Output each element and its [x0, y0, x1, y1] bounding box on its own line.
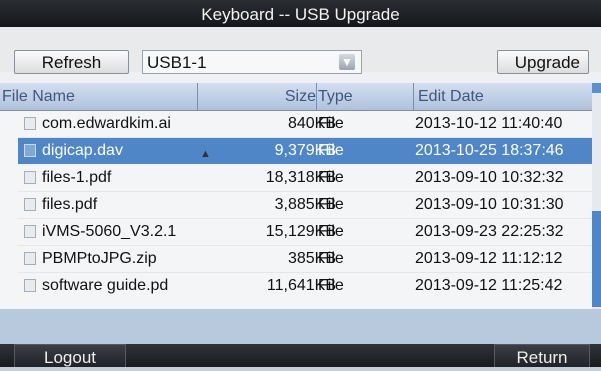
file-type: File [318, 115, 344, 132]
column-divider[interactable] [316, 83, 317, 110]
file-edit-date: 2013-09-23 22:25:32 [415, 223, 564, 240]
file-type: File [318, 223, 344, 240]
usb-upgrade-window: Keyboard -- USB Upgrade Refresh USB1-1 ▼… [0, 0, 601, 367]
file-type: File [318, 169, 344, 186]
file-size: 840KB [287, 115, 336, 132]
refresh-button[interactable]: Refresh [14, 50, 129, 74]
file-name: files.pdf [42, 196, 98, 213]
table-row[interactable]: iVMS-5060_V3.2.1 15,129KB File 2013-09-2… [18, 219, 592, 245]
file-size: 11,641KB [266, 277, 336, 294]
file-size: 3,885KB [274, 196, 336, 213]
file-name: com.edwardkim.ai [42, 115, 171, 132]
file-size: 9,379KB [274, 142, 336, 159]
table-row[interactable]: PBMPtoJPG.zip 385KB File 2013-09-12 11:1… [18, 246, 592, 272]
upgrade-button[interactable]: Upgrade [497, 50, 589, 74]
table-row[interactable]: files.pdf 3,885KB File 2013-09-10 10:31:… [18, 192, 592, 218]
column-header-type[interactable]: Type [318, 83, 413, 110]
logout-button[interactable]: Logout [14, 344, 126, 367]
bottom-bar: Logout Return [0, 344, 601, 367]
file-table: File Name Size Type Edit Date com.edward… [0, 83, 601, 309]
file-size: 18,318KB [265, 169, 336, 186]
table-row[interactable]: files-1.pdf 18,318KB File 2013-09-10 10:… [18, 165, 592, 191]
usb-device-select[interactable]: USB1-1 ▼ [142, 50, 362, 74]
file-name: digicap.dav [42, 142, 123, 159]
file-edit-date: 2013-09-10 10:31:30 [415, 196, 564, 213]
column-header-file-name[interactable]: File Name [2, 83, 197, 110]
vertical-scrollbar[interactable] [592, 83, 601, 309]
file-edit-date: 2013-09-12 11:12:12 [415, 250, 563, 267]
file-name: files-1.pdf [42, 169, 112, 186]
file-name: PBMPtoJPG.zip [42, 250, 157, 267]
table-row[interactable]: com.edwardkim.ai 840KB File 2013-10-12 1… [18, 111, 592, 137]
file-icon [24, 171, 36, 184]
scroll-up-icon[interactable] [592, 83, 601, 93]
column-header-edit-date[interactable]: Edit Date [418, 83, 592, 110]
toolbar: Refresh USB1-1 ▼ Upgrade [0, 27, 601, 74]
file-icon [24, 225, 36, 238]
file-edit-date: 2013-10-12 11:40:40 [415, 115, 563, 132]
file-icon [24, 252, 36, 265]
file-icon [24, 144, 36, 157]
return-button[interactable]: Return [494, 344, 590, 367]
file-size: 15,129KB [265, 223, 336, 240]
file-edit-date: 2013-09-10 10:32:32 [415, 169, 564, 186]
column-header-size[interactable]: Size [198, 83, 316, 110]
usb-device-value: USB1-1 [147, 53, 207, 72]
status-area [0, 309, 601, 344]
window-title: Keyboard -- USB Upgrade [0, 0, 601, 27]
file-type: File [318, 250, 344, 267]
table-row[interactable]: software guide.pd 11,641KB File 2013-09-… [18, 273, 592, 299]
file-icon [24, 117, 36, 130]
file-edit-date: 2013-10-25 18:37:46 [415, 142, 564, 159]
table-header: File Name Size Type Edit Date [0, 83, 592, 111]
chevron-down-icon[interactable]: ▼ [339, 54, 355, 70]
file-name: iVMS-5060_V3.2.1 [42, 223, 177, 240]
file-list: com.edwardkim.ai 840KB File 2013-10-12 1… [0, 111, 592, 309]
table-row-selected[interactable]: digicap.dav ▲ 9,379KB File 2013-10-25 18… [18, 138, 592, 164]
file-icon [24, 279, 36, 292]
file-type: File [318, 196, 344, 213]
file-edit-date: 2013-09-12 11:25:42 [415, 277, 563, 294]
file-type: File [318, 142, 344, 159]
file-size: 385KB [287, 250, 336, 267]
file-name: software guide.pd [42, 277, 169, 294]
file-type: File [318, 277, 344, 294]
scrollbar-thumb[interactable] [592, 211, 601, 307]
column-divider[interactable] [413, 83, 414, 110]
file-icon [24, 198, 36, 211]
